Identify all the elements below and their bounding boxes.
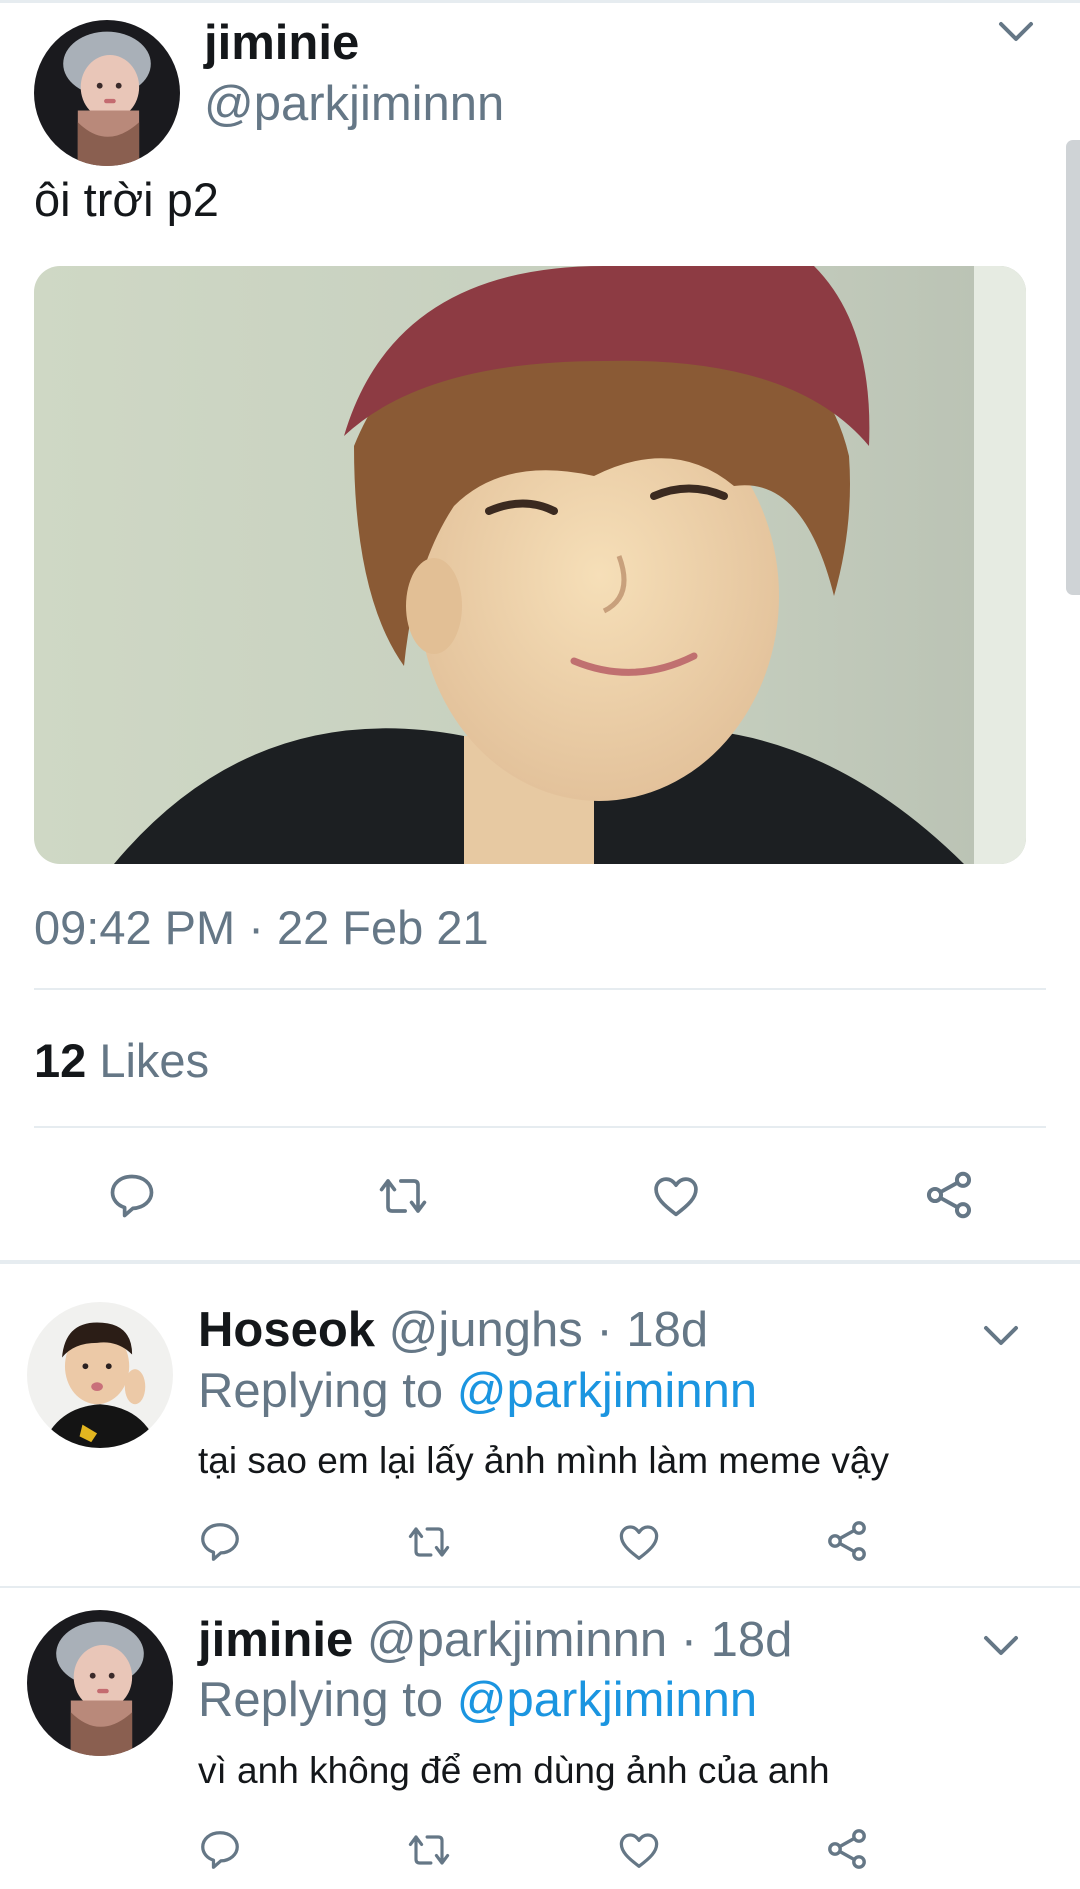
heart-icon: [619, 1833, 659, 1868]
retweet-button[interactable]: [402, 1826, 456, 1874]
tweet-text: ôi trời p2: [34, 173, 219, 226]
avatar[interactable]: [34, 20, 180, 166]
retweet-icon: [379, 1179, 427, 1213]
share-button[interactable]: [822, 1824, 872, 1874]
reply-icon: [201, 1831, 239, 1869]
chevron-down-icon[interactable]: [981, 1322, 1021, 1350]
main-tweet: jiminie @parkjiminnn ôi trời p2 09:42 PM…: [0, 0, 1080, 1262]
reply-icon: [201, 1523, 239, 1561]
share-icon: [926, 1171, 972, 1219]
section-divider: [0, 1260, 1080, 1264]
replying-prefix: Replying to: [198, 1364, 444, 1418]
like-button[interactable]: [615, 1518, 663, 1566]
replying-prefix: Replying to: [198, 1673, 444, 1727]
reply-header: jiminie @parkjiminnn · 18d: [198, 1612, 792, 1668]
mention-link[interactable]: @parkjiminnn: [457, 1364, 757, 1418]
reply-header: Hoseok @junghs · 18d: [198, 1302, 708, 1358]
likes-label: Likes: [99, 1034, 210, 1087]
reply-button[interactable]: [196, 1518, 244, 1566]
retweet-button[interactable]: [402, 1518, 456, 1566]
retweet-icon: [408, 1835, 450, 1865]
reply-text: vì anh không để em dùng ảnh của anh: [198, 1750, 830, 1791]
avatar[interactable]: [27, 1610, 173, 1756]
like-button[interactable]: [648, 1168, 704, 1224]
reply-author-handle[interactable]: @junghs · 18d: [389, 1303, 708, 1357]
reply-button[interactable]: [104, 1168, 160, 1224]
chevron-down-icon[interactable]: [996, 18, 1036, 46]
tweet-photo[interactable]: [34, 266, 1026, 864]
avatar[interactable]: [27, 1302, 173, 1448]
share-button[interactable]: [920, 1166, 978, 1224]
reply-text: tại sao em lại lấy ảnh mình làm meme vậy: [198, 1440, 889, 1481]
heart-icon: [654, 1177, 698, 1217]
replying-to: Replying to @parkjiminnn: [198, 1672, 757, 1728]
share-icon: [828, 1521, 866, 1561]
share-icon: [828, 1829, 866, 1869]
divider: [34, 988, 1046, 990]
reply-author-handle[interactable]: @parkjiminnn · 18d: [367, 1613, 793, 1667]
like-button[interactable]: [615, 1826, 663, 1874]
author-handle[interactable]: @parkjiminnn: [204, 76, 504, 132]
heart-icon: [619, 1525, 659, 1560]
share-button[interactable]: [822, 1516, 872, 1566]
likes-count[interactable]: 12 Likes: [34, 1033, 209, 1088]
section-divider: [0, 1586, 1080, 1588]
replying-to: Replying to @parkjiminnn: [198, 1363, 757, 1419]
tweet-timestamp[interactable]: 09:42 PM · 22 Feb 21: [34, 900, 489, 955]
reply-icon: [110, 1174, 154, 1218]
retweet-button[interactable]: [372, 1168, 434, 1224]
mention-link[interactable]: @parkjiminnn: [457, 1673, 757, 1727]
reply-author-name[interactable]: jiminie: [198, 1613, 353, 1667]
reply-button[interactable]: [196, 1826, 244, 1874]
reply-author-name[interactable]: Hoseok: [198, 1303, 375, 1357]
chevron-down-icon[interactable]: [981, 1632, 1021, 1660]
likes-number: 12: [34, 1034, 87, 1087]
retweet-icon: [408, 1527, 450, 1557]
divider: [34, 1126, 1046, 1128]
author-name[interactable]: jiminie: [204, 15, 359, 71]
